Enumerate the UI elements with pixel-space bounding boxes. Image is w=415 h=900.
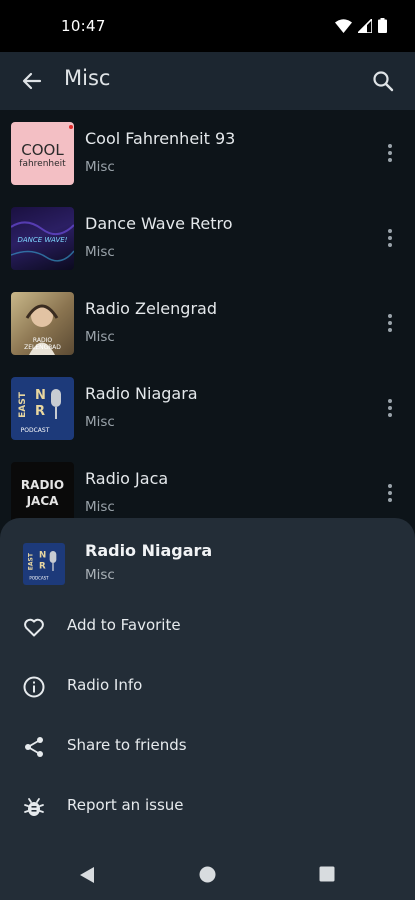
nav-recents-icon[interactable] [319, 866, 335, 882]
nav-back-icon[interactable] [79, 866, 95, 884]
svg-text:R: R [35, 404, 45, 419]
signal-icon [358, 18, 372, 33]
station-row[interactable]: COOL fahrenheit Cool Fahrenheit 93 Misc [0, 110, 415, 195]
status-bar: 10:47 [0, 0, 415, 52]
radio-info-button[interactable]: Radio Info [0, 659, 415, 715]
heart-icon [24, 618, 44, 637]
action-label: Report an issue [67, 796, 184, 814]
svg-text:PODCAST: PODCAST [21, 427, 50, 434]
station-logo: RADIO ZELENGRAD [11, 292, 74, 355]
page-title: Misc [64, 66, 111, 90]
search-icon[interactable] [372, 70, 394, 92]
station-name: Radio Niagara [85, 384, 198, 403]
battery-icon [378, 18, 387, 33]
svg-text:JACA: JACA [26, 494, 60, 508]
svg-text:N: N [39, 551, 46, 561]
station-logo: COOL fahrenheit [11, 122, 74, 185]
station-name: Radio Jaca [85, 469, 169, 488]
station-list: COOL fahrenheit Cool Fahrenheit 93 Misc … [0, 110, 415, 535]
sheet-station-name: Radio Niagara [85, 541, 213, 560]
add-to-favorite-button[interactable]: Add to Favorite [0, 599, 415, 655]
status-time: 10:47 [61, 17, 106, 35]
more-vert-icon[interactable] [387, 484, 393, 504]
options-bottom-sheet: EAST N R PODCAST Radio Niagara Misc Add … [0, 518, 415, 900]
svg-text:EAST: EAST [27, 552, 34, 570]
station-logo: DANCE WAVE! [11, 207, 74, 270]
nav-home-icon[interactable] [199, 866, 216, 883]
more-vert-icon[interactable] [387, 144, 393, 164]
action-label: Share to friends [67, 736, 187, 754]
action-label: Radio Info [67, 676, 143, 694]
station-category: Misc [85, 414, 115, 430]
share-icon [25, 737, 43, 757]
sheet-station-category: Misc [85, 567, 115, 583]
svg-text:DANCE WAVE!: DANCE WAVE! [18, 236, 68, 244]
station-category: Misc [85, 329, 115, 345]
station-row[interactable]: DANCE WAVE! Dance Wave Retro Misc [0, 195, 415, 280]
share-button[interactable]: Share to friends [0, 719, 415, 775]
more-vert-icon[interactable] [387, 314, 393, 334]
station-category: Misc [85, 244, 115, 260]
station-name: Cool Fahrenheit 93 [85, 129, 236, 148]
station-logo: EAST N R PODCAST [11, 377, 74, 440]
svg-text:RADIO: RADIO [21, 478, 64, 492]
wifi-icon [335, 18, 352, 33]
svg-text:PODCAST: PODCAST [29, 576, 49, 581]
more-vert-icon[interactable] [387, 399, 393, 419]
svg-text:ZELENGRAD: ZELENGRAD [24, 344, 61, 351]
station-category: Misc [85, 159, 115, 175]
station-row[interactable]: EAST N R PODCAST Radio Niagara Misc [0, 365, 415, 450]
svg-text:fahrenheit: fahrenheit [19, 159, 66, 169]
status-icons [335, 18, 387, 33]
station-logo: RADIO JACA [11, 462, 74, 525]
more-vert-icon[interactable] [387, 229, 393, 249]
bug-icon [24, 798, 44, 816]
svg-text:RADIO: RADIO [33, 337, 52, 344]
station-row[interactable]: RADIO ZELENGRAD Radio Zelengrad Misc [0, 280, 415, 365]
info-icon [23, 676, 45, 698]
action-label: Add to Favorite [67, 616, 181, 634]
station-category: Misc [85, 499, 115, 515]
system-nav-bar [0, 850, 415, 900]
station-name: Radio Zelengrad [85, 299, 217, 318]
station-name: Dance Wave Retro [85, 214, 233, 233]
svg-text:N: N [35, 388, 46, 403]
back-arrow-icon[interactable] [20, 69, 44, 93]
app-bar: Misc [0, 52, 415, 110]
report-issue-button[interactable]: Report an issue [0, 779, 415, 835]
svg-text:EAST: EAST [18, 391, 28, 418]
svg-text:R: R [39, 561, 46, 571]
sheet-station-logo: EAST N R PODCAST [23, 543, 65, 585]
svg-text:COOL: COOL [21, 141, 64, 159]
